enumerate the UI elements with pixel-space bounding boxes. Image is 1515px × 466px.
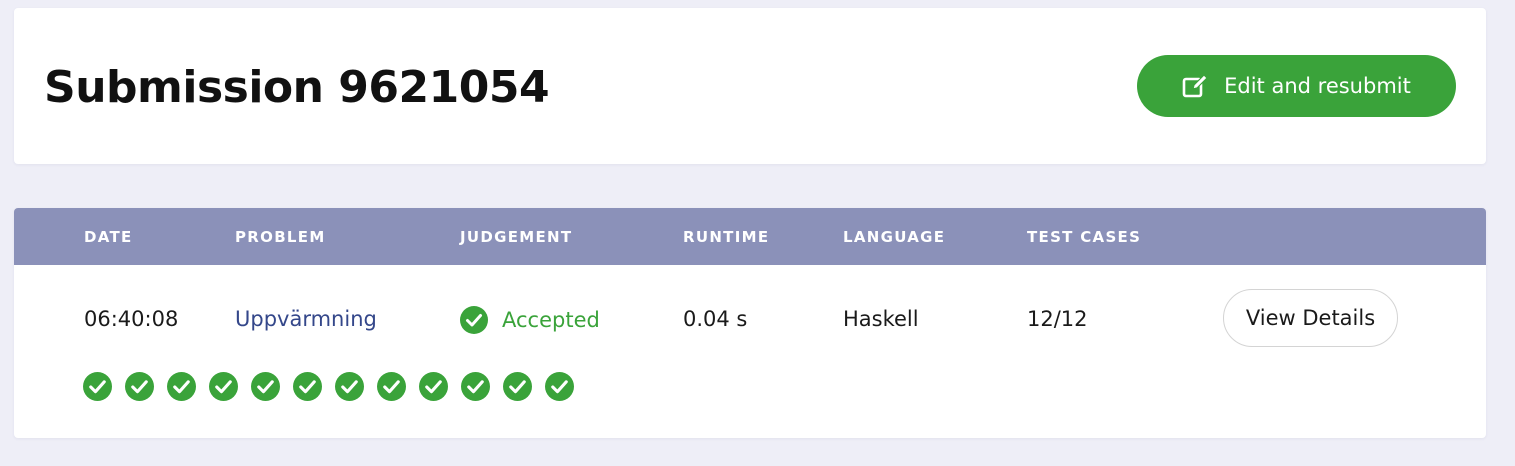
column-header-language: LANGUAGE — [843, 228, 946, 246]
language-value: Haskell — [843, 307, 919, 331]
column-header-problem: PROBLEM — [235, 228, 326, 246]
column-header-date: DATE — [84, 228, 133, 246]
test-case-check-icon — [335, 372, 364, 401]
submission-table: DATE PROBLEM JUDGEMENT RUNTIME LANGUAGE … — [14, 208, 1486, 438]
test-case-check-icon — [293, 372, 322, 401]
column-header-runtime: RUNTIME — [683, 228, 770, 246]
test-case-check-icon — [419, 372, 448, 401]
test-case-check-icon — [251, 372, 280, 401]
runtime-value: 0.04 s — [683, 307, 748, 331]
column-header-test-cases: TEST CASES — [1027, 228, 1142, 246]
page-title: Submission 9621054 — [44, 62, 550, 113]
judgement-label: Accepted — [502, 308, 600, 332]
test-case-check-icon — [377, 372, 406, 401]
edit-and-resubmit-label: Edit and resubmit — [1224, 74, 1411, 98]
submission-date: 06:40:08 — [84, 307, 179, 331]
test-case-check-icon — [461, 372, 490, 401]
submission-header-card: Submission 9621054 Edit and resubmit — [14, 8, 1486, 164]
test-case-check-icon — [125, 372, 154, 401]
view-details-button[interactable]: View Details — [1223, 289, 1398, 347]
test-case-check-icon — [503, 372, 532, 401]
edit-icon — [1182, 73, 1210, 99]
test-cases-count: 12/12 — [1027, 307, 1088, 331]
judgement-status: Accepted — [460, 306, 600, 334]
problem-link[interactable]: Uppvärmning — [235, 306, 377, 332]
column-header-judgement: JUDGEMENT — [460, 228, 573, 246]
test-case-results — [83, 372, 574, 401]
edit-and-resubmit-button[interactable]: Edit and resubmit — [1137, 55, 1456, 117]
test-case-check-icon — [83, 372, 112, 401]
test-case-check-icon — [545, 372, 574, 401]
check-circle-icon — [460, 306, 488, 334]
test-case-check-icon — [167, 372, 196, 401]
test-case-check-icon — [209, 372, 238, 401]
table-header: DATE PROBLEM JUDGEMENT RUNTIME LANGUAGE … — [14, 208, 1486, 265]
